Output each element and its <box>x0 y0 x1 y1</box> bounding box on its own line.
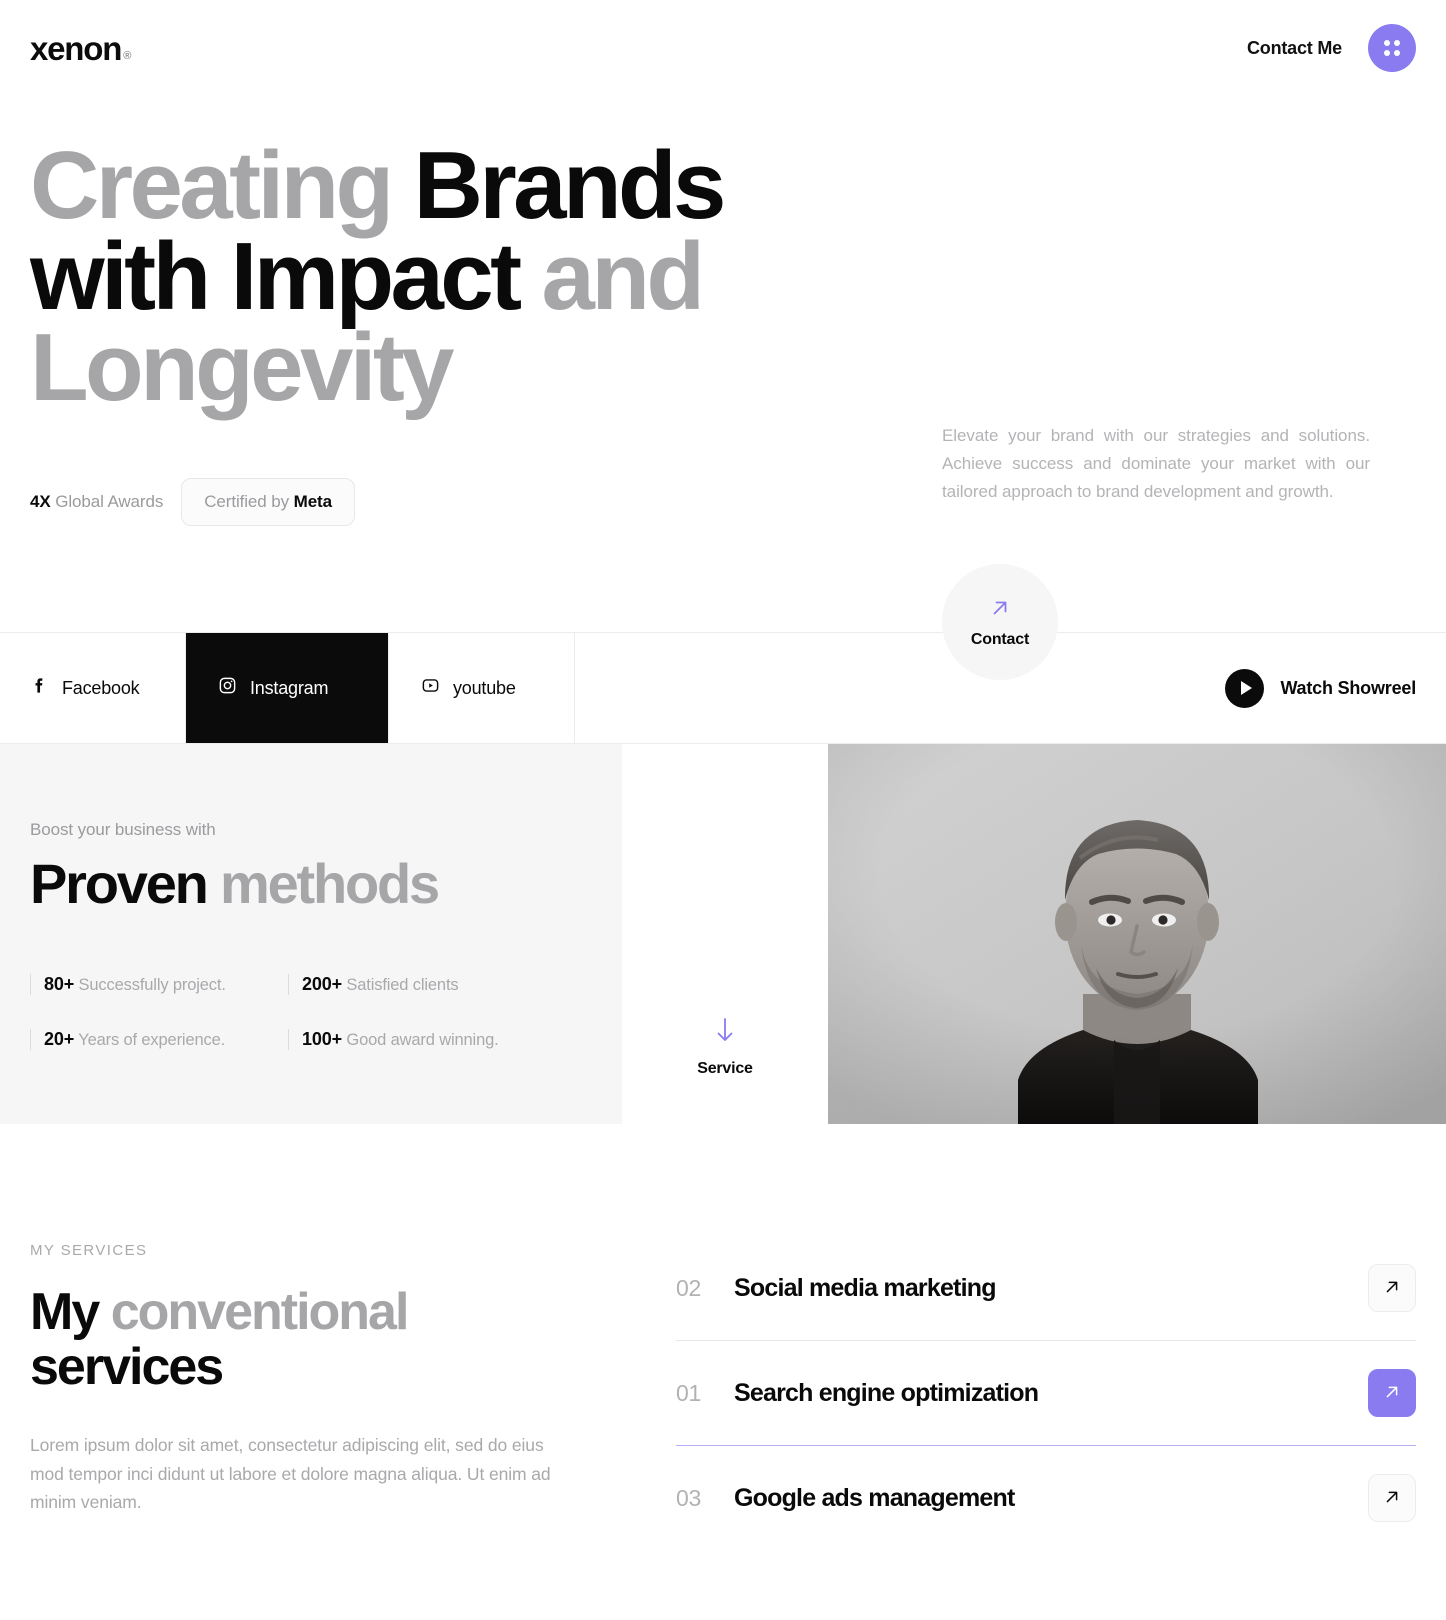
service-row-search-engine-optimization[interactable]: 01 Search engine optimization <box>676 1341 1416 1445</box>
stat-item: 20+ Years of experience. <box>30 1029 288 1050</box>
service-number: 01 <box>676 1379 701 1406</box>
brand-logo[interactable]: xenon ® <box>30 32 131 65</box>
stat-label: Years of experience. <box>78 1031 226 1049</box>
methods-title-gray: methods <box>220 852 440 915</box>
watch-showreel-label: Watch Showreel <box>1280 677 1416 698</box>
social-item-facebook[interactable]: Facebook <box>0 633 186 743</box>
stat-value: 200+ <box>302 974 342 994</box>
services-title-part-1: My <box>30 1283 100 1341</box>
play-icon <box>1225 668 1265 708</box>
services-title-part-3: services <box>30 1338 224 1397</box>
my-services-section: MY SERVICES My conventional services Lor… <box>0 1124 1446 1550</box>
services-title-part-2: conventional <box>110 1283 410 1341</box>
social-label-facebook: Facebook <box>62 677 140 698</box>
hero-title-part-4: and <box>541 223 705 331</box>
certified-brand: Meta <box>293 491 332 511</box>
services-intro: MY SERVICES My conventional services Lor… <box>30 1242 590 1550</box>
hero-description-block: Elevate your brand with our strategies a… <box>942 422 1370 506</box>
contact-me-link[interactable]: Contact Me <box>1247 38 1342 59</box>
hero-paragraph: Elevate your brand with our strategies a… <box>942 426 1370 502</box>
services-paragraph: Lorem ipsum dolor sit amet, consectetur … <box>30 1435 551 1512</box>
hero-title: Creating Brands with Impact and Longevit… <box>30 138 730 416</box>
service-row-google-ads-management[interactable]: 03 Google ads management <box>676 1446 1416 1550</box>
instagram-icon <box>218 676 237 700</box>
facebook-icon <box>30 676 49 700</box>
social-item-instagram[interactable]: Instagram <box>186 633 389 743</box>
global-awards-stat: 4X Global Awards <box>30 492 163 512</box>
certified-by-meta-badge: Certified by Meta <box>181 477 355 526</box>
menu-button[interactable] <box>1368 24 1416 72</box>
arrow-up-right-icon <box>1382 1487 1402 1510</box>
methods-eyebrow: Boost your business with <box>30 820 216 839</box>
site-header: xenon ® Contact Me <box>0 0 1446 96</box>
arrow-down-icon <box>713 1015 737 1050</box>
social-label-instagram: Instagram <box>250 677 329 698</box>
stat-label: Satisfied clients <box>346 976 459 994</box>
stat-value: 20+ <box>44 1029 75 1049</box>
service-number: 02 <box>676 1274 701 1301</box>
service-arrow-button[interactable] <box>1368 1369 1416 1417</box>
hero-contact-button-label: Contact <box>970 631 1030 649</box>
methods-portrait-photo <box>828 744 1446 1124</box>
service-name: Search engine optimization <box>734 1378 1039 1407</box>
stat-item: 80+ Successfully project. <box>30 974 288 995</box>
registered-trademark-icon: ® <box>123 49 132 62</box>
social-label-youtube: youtube <box>453 677 516 698</box>
social-item-youtube[interactable]: youtube <box>389 633 575 743</box>
header-actions: Contact Me <box>1247 24 1416 72</box>
youtube-icon <box>421 676 440 700</box>
stat-value: 100+ <box>302 1029 342 1049</box>
stat-label: Good award winning. <box>346 1031 499 1049</box>
certified-prefix: Certified by <box>204 491 290 511</box>
services-title: My conventional services <box>30 1283 590 1397</box>
stat-item: 200+ Satisfied clients <box>288 974 622 995</box>
arrow-up-right-icon <box>1382 1382 1402 1405</box>
methods-title-black: Proven <box>30 852 209 915</box>
arrow-up-right-icon <box>987 595 1013 623</box>
service-scroll-card[interactable]: Service <box>622 926 828 1124</box>
social-links-bar: Facebook Instagram youtube Watch Showree… <box>0 632 1446 744</box>
service-card-label: Service <box>697 1060 753 1077</box>
service-name: Google ads management <box>734 1483 1015 1512</box>
methods-stats: 80+ Successfully project. 200+ Satisfied… <box>30 974 622 1050</box>
service-row-social-media-marketing[interactable]: 02 Social media marketing <box>676 1236 1416 1340</box>
services-eyebrow: MY SERVICES <box>30 1242 148 1259</box>
hero-contact-button[interactable]: Contact <box>942 564 1058 680</box>
global-awards-count: 4X <box>30 491 51 511</box>
stat-item: 100+ Good award winning. <box>288 1029 622 1050</box>
stat-value: 80+ <box>44 974 75 994</box>
services-list: 02 Social media marketing 01 Search engi… <box>676 1236 1416 1550</box>
proven-methods-section: Boost your business with Proven methods … <box>0 744 1446 1124</box>
service-arrow-button[interactable] <box>1368 1264 1416 1312</box>
hero-section: Creating Brands with Impact and Longevit… <box>0 96 1446 680</box>
global-awards-label: Global Awards <box>55 491 164 511</box>
service-name: Social media marketing <box>734 1273 996 1302</box>
methods-title: Proven methods <box>30 856 622 912</box>
arrow-up-right-icon <box>1382 1277 1402 1300</box>
brand-logo-text: xenon <box>30 29 122 67</box>
stat-label: Successfully project. <box>78 976 226 994</box>
service-number: 03 <box>676 1484 701 1511</box>
watch-showreel-button[interactable]: Watch Showreel <box>1225 668 1416 708</box>
grid-dots-icon <box>1384 40 1400 56</box>
methods-content-panel: Boost your business with Proven methods … <box>0 744 622 1124</box>
hero-title-part-5: Longevity <box>30 314 455 422</box>
service-arrow-button[interactable] <box>1368 1474 1416 1522</box>
